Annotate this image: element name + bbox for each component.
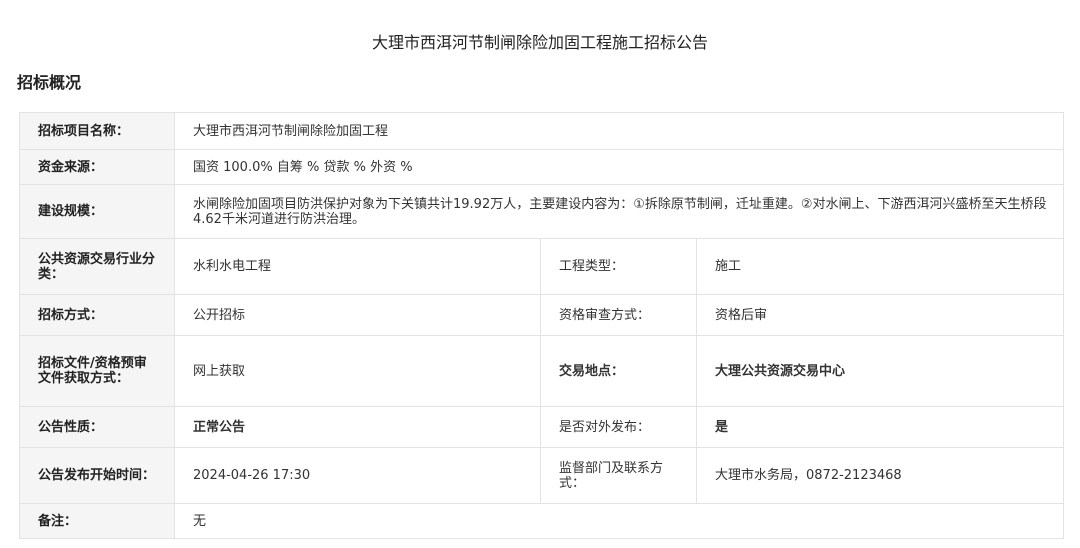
external-release-value: 是 xyxy=(695,406,1065,448)
section-heading: 招标概况 xyxy=(17,73,82,92)
table-row-publish-time: 公告发布开始时间： 2024-04-26 17:30 监督部门及联系方式： 大理… xyxy=(19,447,1065,504)
industry-label: 公共资源交易行业分类： xyxy=(19,238,175,295)
table-row-remarks: 备注： 无 xyxy=(19,503,1065,539)
table-row-scale: 建设规模： 水闸除险加固项目防洪保护对象为下关镇共计19.92万人，主要建设内容… xyxy=(19,184,1065,239)
bid-method-value: 公开招标 xyxy=(174,294,541,336)
page-title: 大理市西洱河节制闸除险加固工程施工招标公告 xyxy=(371,33,708,52)
remarks-label: 备注： xyxy=(19,503,175,539)
scale-label: 建设规模： xyxy=(19,184,175,239)
table-row-nature: 公告性质： 正常公告 是否对外发布： 是 xyxy=(19,406,1065,448)
doc-access-value: 网上获取 xyxy=(174,335,541,407)
project-type-value: 施工 xyxy=(695,238,1065,295)
trade-location-value: 大理公共资源交易中心 xyxy=(695,335,1065,407)
publish-time-label: 公告发布开始时间： xyxy=(19,447,175,504)
trade-location-label: 交易地点： xyxy=(540,335,697,407)
external-release-label: 是否对外发布： xyxy=(540,406,697,448)
supervisor-value: 大理市水务局，0872-2123468 xyxy=(695,447,1065,504)
doc-access-label: 招标文件/资格预审文件获取方式： xyxy=(19,335,175,407)
fund-source-value: 国资 100.0% 自筹 % 贷款 % 外资 % xyxy=(173,149,1065,185)
table-row-method: 招标方式： 公开招标 资格审查方式： 资格后审 xyxy=(19,294,1065,336)
industry-value: 水利水电工程 xyxy=(174,238,541,295)
remarks-value: 无 xyxy=(173,503,1065,539)
table-row-industry: 公共资源交易行业分类： 水利水电工程 工程类型： 施工 xyxy=(19,238,1065,295)
qualification-review-label: 资格审查方式： xyxy=(540,294,697,336)
table-row-doc-access: 招标文件/资格预审文件获取方式： 网上获取 交易地点： 大理公共资源交易中心 xyxy=(19,335,1065,407)
notice-nature-value: 正常公告 xyxy=(174,406,541,448)
qualification-review-value: 资格后审 xyxy=(695,294,1065,336)
notice-nature-label: 公告性质： xyxy=(19,406,175,448)
publish-time-value: 2024-04-26 17:30 xyxy=(174,447,541,504)
fund-source-label: 资金来源： xyxy=(19,149,175,185)
bid-info-table: 招标项目名称： 大理市西洱河节制闸除险加固工程 资金来源： 国资 100.0% … xyxy=(19,112,1065,539)
project-name-label: 招标项目名称： xyxy=(19,112,175,150)
supervisor-label: 监督部门及联系方式： xyxy=(540,447,697,504)
scale-value: 水闸除险加固项目防洪保护对象为下关镇共计19.92万人，主要建设内容为：①拆除原… xyxy=(173,184,1065,239)
bid-method-label: 招标方式： xyxy=(19,294,175,336)
table-row-project-name: 招标项目名称： 大理市西洱河节制闸除险加固工程 xyxy=(19,112,1065,150)
table-row-fund-source: 资金来源： 国资 100.0% 自筹 % 贷款 % 外资 % xyxy=(19,149,1065,185)
project-name-value: 大理市西洱河节制闸除险加固工程 xyxy=(173,112,1065,150)
project-type-label: 工程类型： xyxy=(540,238,697,295)
